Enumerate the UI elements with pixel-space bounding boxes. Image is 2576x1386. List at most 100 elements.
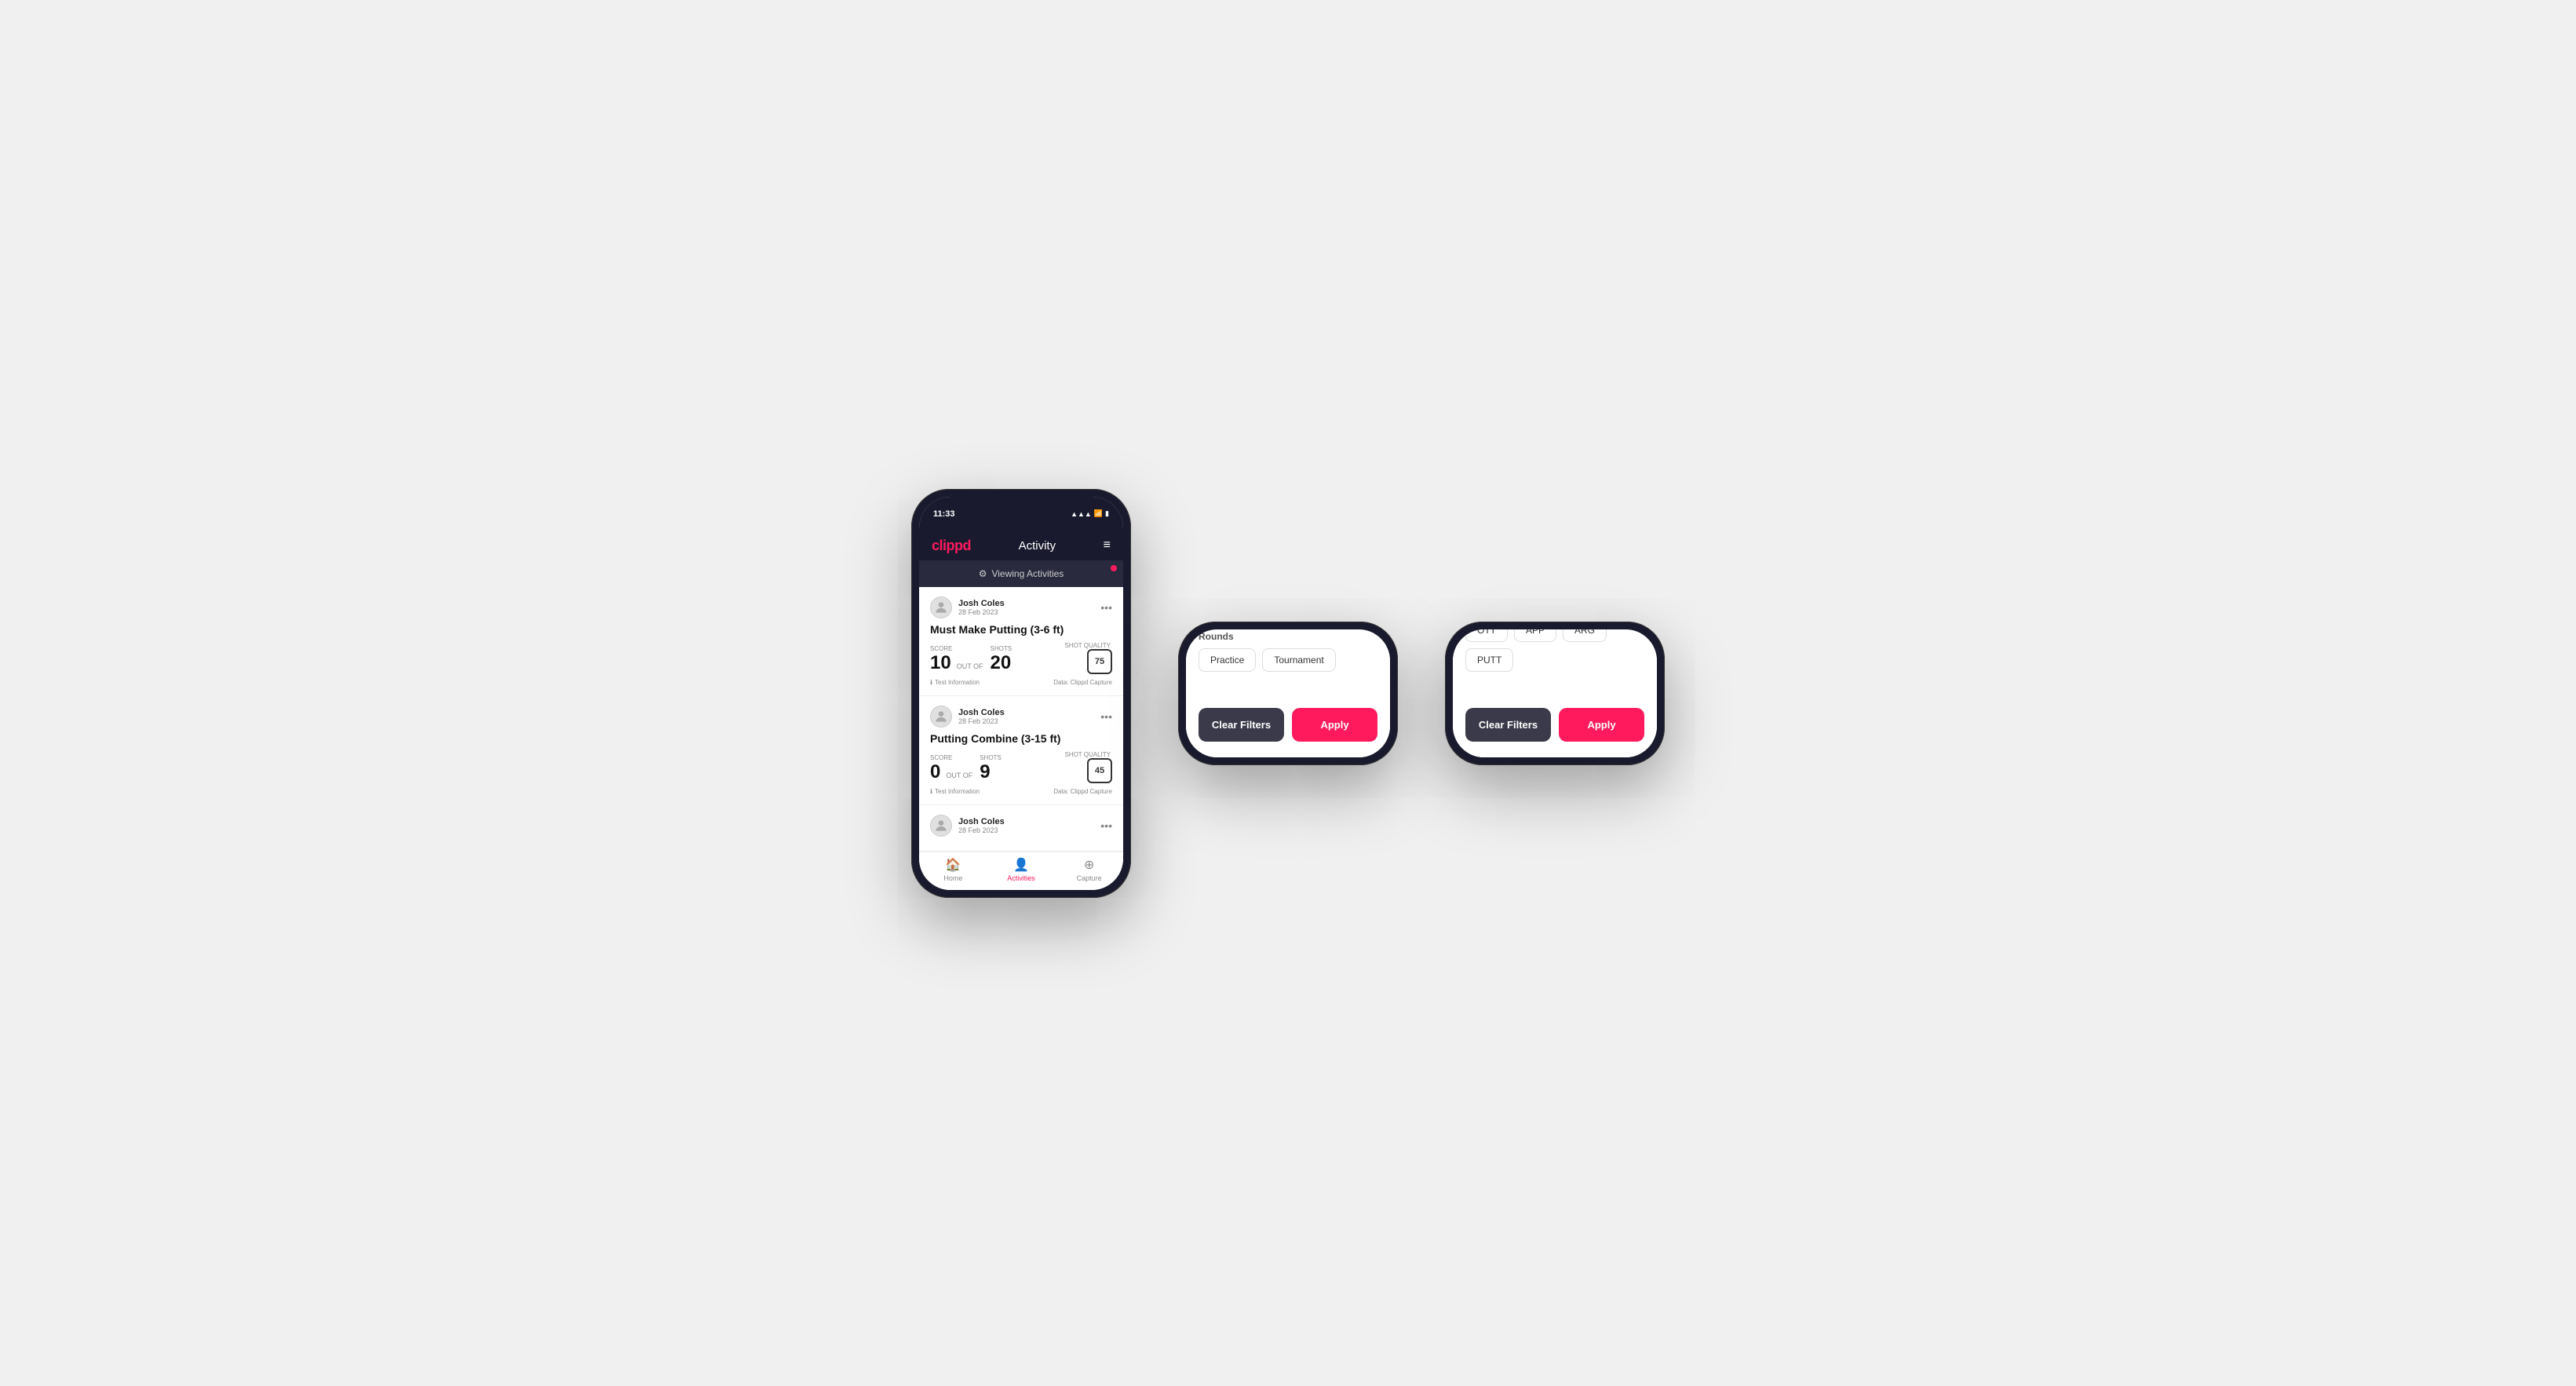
card-header: Josh Coles 28 Feb 2023 ••• [930,815,1112,837]
score-value: 10 [930,652,951,674]
rounds-label: Rounds [1199,631,1377,642]
drills-filter-buttons: OTT APP ARG PUTT [1465,629,1644,672]
avatar [930,815,952,837]
signal-icon: ▲▲▲ [1071,510,1092,518]
viewing-bar[interactable]: ⚙ Viewing Activities [919,560,1123,587]
modal-body: Show Rounds Practice Drills Rounds Pract… [1186,629,1390,697]
capture-icon: ⊕ [1084,857,1094,873]
avatar [930,596,952,618]
more-button[interactable]: ••• [1100,819,1112,832]
card-header: Josh Coles 28 Feb 2023 ••• [930,596,1112,618]
nav-capture[interactable]: ⊕ Capture [1055,857,1123,882]
info-icon: ℹ [930,679,932,686]
card-header: Josh Coles 28 Feb 2023 ••• [930,706,1112,728]
score-section: Score 0 OUT OF [930,754,975,783]
data-source: Data: Clippd Capture [1053,679,1112,686]
header-title: Activity [1019,539,1056,553]
user-details: Josh Coles 28 Feb 2023 [958,817,1005,834]
logo: clippd [932,538,971,554]
shot-quality-badge: 75 [1087,649,1112,674]
apply-button[interactable]: Apply [1559,708,1644,742]
activity-title: Must Make Putting (3-6 ft) [930,623,1112,636]
status-icons: ▲▲▲ 📶 ▮ [1071,509,1109,518]
notification-dot [1111,565,1117,571]
out-of-label: OUT OF [957,662,983,670]
home-icon: 🏠 [945,857,961,873]
nav-home[interactable]: 🏠 Home [919,857,987,882]
modal-footer: Clear Filters Apply [1453,697,1657,757]
user-info: Josh Coles 28 Feb 2023 [930,596,1005,618]
nav-activities-label: Activities [1007,874,1035,882]
shot-quality-section: Shot Quality 45 [1064,751,1112,783]
test-info: ℹ Test Information [930,788,980,795]
nav-home-label: Home [943,874,962,882]
user-info: Josh Coles 28 Feb 2023 [930,706,1005,728]
user-name: Josh Coles [958,708,1005,717]
score-section: Score 10 OUT OF [930,645,986,674]
user-details: Josh Coles 28 Feb 2023 [958,599,1005,616]
scene: 11:33 ▲▲▲ 📶 ▮ clippd Activity ≡ ⚙ Viewin… [864,442,1712,945]
clear-filters-button[interactable]: Clear Filters [1465,708,1551,742]
filter-ott-button[interactable]: OTT [1465,629,1508,642]
status-time: 11:33 [933,509,955,519]
nav-capture-label: Capture [1077,874,1102,882]
rounds-filter-buttons: Practice Tournament [1199,648,1377,672]
score-label: Score [930,754,973,761]
phone-filter-rounds: 11:33 ▲▲▲ 📶 ▮ clippd Activity ≡ ⚙ Viewin… [1178,622,1398,765]
shots-value: 9 [980,761,990,782]
bottom-nav: 🏠 Home 👤 Activities ⊕ Capture [919,852,1123,890]
clear-filters-button[interactable]: Clear Filters [1199,708,1284,742]
nav-activities[interactable]: 👤 Activities [987,857,1056,882]
shots-label: Shots [980,754,1002,761]
shots-label: Shots [991,645,1013,652]
app-header: clippd Activity ≡ [919,531,1123,560]
out-of-label: OUT OF [946,771,972,779]
modal-body: Show Rounds Practice Drills Practice Dri… [1453,629,1657,697]
user-date: 28 Feb 2023 [958,826,1005,834]
score-label: Score [930,645,984,652]
filter-arg-button[interactable]: ARG [1563,629,1607,642]
status-bar: 11:33 ▲▲▲ 📶 ▮ [919,497,1123,531]
activity-card: Josh Coles 28 Feb 2023 ••• Putting Combi… [919,696,1123,805]
shot-quality-label: Shot Quality [1064,751,1111,758]
filter-modal: Filter × Show Rounds Practice Drills Pra… [1453,629,1657,757]
battery-icon: ▮ [1105,509,1109,518]
user-details: Josh Coles 28 Feb 2023 [958,708,1005,725]
user-date: 28 Feb 2023 [958,608,1005,616]
menu-icon[interactable]: ≡ [1104,538,1111,553]
data-source: Data: Clippd Capture [1053,788,1112,795]
more-button[interactable]: ••• [1100,601,1112,614]
user-date: 28 Feb 2023 [958,717,1005,725]
activity-feed: Josh Coles 28 Feb 2023 ••• Must Make Put… [919,587,1123,852]
phone-filter-drills: 11:33 ▲▲▲ 📶 ▮ clippd Activity ≡ ⚙ Viewin… [1445,622,1665,765]
activity-title: Putting Combine (3-15 ft) [930,732,1112,745]
activities-icon: 👤 [1013,857,1029,873]
apply-button[interactable]: Apply [1292,708,1377,742]
score-value: 0 [930,761,940,783]
filter-app-button[interactable]: APP [1514,629,1556,642]
shot-quality-badge: 45 [1087,758,1112,783]
activity-card: Josh Coles 28 Feb 2023 ••• Must Make Put… [919,587,1123,696]
shots-value: 20 [991,652,1012,673]
filter-modal: Filter × Show Rounds Practice Drills Rou… [1186,629,1390,757]
filter-icon: ⚙ [979,568,987,579]
shots-section: Shots 20 [991,645,1014,674]
wifi-icon: 📶 [1094,509,1103,518]
filter-putt-button[interactable]: PUTT [1465,648,1513,672]
modal-footer: Clear Filters Apply [1186,697,1390,757]
more-button[interactable]: ••• [1100,710,1112,723]
info-icon: ℹ [930,788,932,795]
viewing-bar-text: Viewing Activities [991,568,1064,579]
filter-practice-button[interactable]: Practice [1199,648,1256,672]
shot-quality-section: Shot Quality 75 [1064,642,1112,674]
user-name: Josh Coles [958,599,1005,608]
test-info: ℹ Test Information [930,679,980,686]
activity-card-partial: Josh Coles 28 Feb 2023 ••• [919,805,1123,852]
user-info: Josh Coles 28 Feb 2023 [930,815,1005,837]
user-name: Josh Coles [958,817,1005,826]
shot-quality-label: Shot Quality [1064,642,1111,649]
avatar [930,706,952,728]
filter-tournament-button[interactable]: Tournament [1262,648,1335,672]
phone-activity-list: 11:33 ▲▲▲ 📶 ▮ clippd Activity ≡ ⚙ Viewin… [911,489,1131,898]
shots-section: Shots 9 [980,754,1003,783]
